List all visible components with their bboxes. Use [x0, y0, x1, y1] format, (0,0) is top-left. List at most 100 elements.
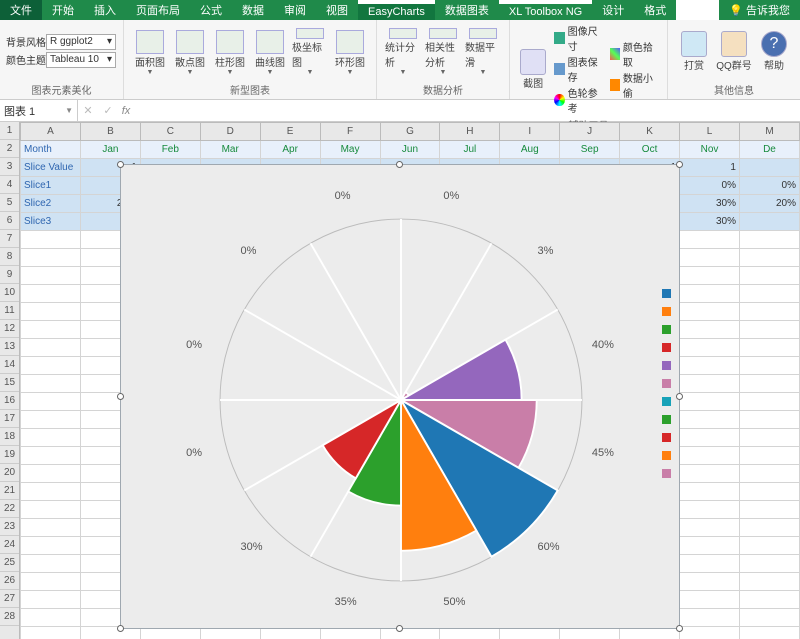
- cell[interactable]: [740, 375, 800, 393]
- col-header[interactable]: I: [500, 123, 560, 141]
- resize-handle[interactable]: [396, 625, 403, 632]
- row-header[interactable]: 18: [0, 428, 19, 446]
- col-header[interactable]: E: [260, 123, 320, 141]
- cell[interactable]: [21, 501, 81, 519]
- row-header[interactable]: 3: [0, 158, 19, 176]
- cell[interactable]: [680, 231, 740, 249]
- cell[interactable]: Oct: [620, 141, 680, 159]
- cell[interactable]: [21, 285, 81, 303]
- cell[interactable]: Slice3: [21, 213, 81, 231]
- tab-formula[interactable]: 公式: [190, 0, 232, 20]
- row-header[interactable]: 21: [0, 482, 19, 500]
- cell[interactable]: [680, 375, 740, 393]
- cancel-icon[interactable]: ✕: [83, 104, 92, 117]
- row-header[interactable]: 17: [0, 410, 19, 428]
- row-header[interactable]: 2: [0, 140, 19, 158]
- cell[interactable]: [680, 573, 740, 591]
- corr-button[interactable]: 相关性分析▼: [425, 28, 461, 76]
- cell[interactable]: [740, 393, 800, 411]
- cell[interactable]: [740, 447, 800, 465]
- cell[interactable]: [740, 285, 800, 303]
- tab-datacharts[interactable]: 数据图表: [435, 0, 499, 20]
- col-header[interactable]: L: [680, 123, 740, 141]
- tab-layout[interactable]: 页面布局: [126, 0, 190, 20]
- col-header[interactable]: B: [80, 123, 140, 141]
- cell[interactable]: Feb: [140, 141, 200, 159]
- tell-me[interactable]: 💡 告诉我您: [719, 0, 800, 20]
- datathief-button[interactable]: 数据小偷: [610, 70, 657, 100]
- cell[interactable]: [740, 231, 800, 249]
- cell[interactable]: [680, 627, 740, 639]
- row-header[interactable]: 27: [0, 590, 19, 608]
- cell[interactable]: [740, 483, 800, 501]
- enter-icon[interactable]: ✓: [103, 104, 112, 117]
- cell[interactable]: [740, 537, 800, 555]
- chart-polar-button[interactable]: 极坐标图▼: [292, 28, 328, 76]
- tab-xltoolbox[interactable]: XL Toolbox NG: [499, 4, 592, 20]
- tab-home[interactable]: 开始: [42, 0, 84, 20]
- cell[interactable]: 20%: [739, 195, 799, 213]
- cell[interactable]: [21, 447, 81, 465]
- col-header[interactable]: J: [560, 123, 620, 141]
- cell[interactable]: Month: [21, 141, 81, 159]
- row-header[interactable]: 5: [0, 194, 19, 212]
- cell[interactable]: Aug: [500, 141, 560, 159]
- cell[interactable]: [740, 339, 800, 357]
- crop-button[interactable]: 截图: [516, 49, 550, 90]
- cell[interactable]: [740, 267, 800, 285]
- cell[interactable]: [21, 573, 81, 591]
- cell[interactable]: [21, 483, 81, 501]
- cell[interactable]: [680, 609, 740, 627]
- chartsave-button[interactable]: 图表保存: [554, 54, 601, 84]
- tab-design[interactable]: 设计: [592, 0, 634, 20]
- bgstyle-combo[interactable]: R ggplot2▾: [46, 34, 116, 50]
- theme-combo[interactable]: Tableau 10▾: [46, 52, 116, 68]
- row-header[interactable]: 12: [0, 320, 19, 338]
- qqgroup-button[interactable]: QQ群号: [714, 31, 754, 72]
- chart-bar-button[interactable]: 柱形图▼: [212, 28, 248, 76]
- resize-handle[interactable]: [117, 393, 124, 400]
- col-header[interactable]: C: [140, 123, 200, 141]
- cell[interactable]: [740, 303, 800, 321]
- resize-handle[interactable]: [676, 161, 683, 168]
- cell[interactable]: Mar: [200, 141, 260, 159]
- chart-curve-button[interactable]: 曲线图▼: [252, 28, 288, 76]
- tab-easycharts[interactable]: EasyCharts: [358, 4, 435, 20]
- row-header[interactable]: 14: [0, 356, 19, 374]
- cell[interactable]: [680, 411, 740, 429]
- tab-format[interactable]: 格式: [634, 0, 676, 20]
- cell[interactable]: [680, 249, 740, 267]
- col-header[interactable]: F: [320, 123, 380, 141]
- cell[interactable]: [740, 573, 800, 591]
- cell[interactable]: [740, 555, 800, 573]
- row-header[interactable]: 7: [0, 230, 19, 248]
- cell[interactable]: [21, 357, 81, 375]
- cell[interactable]: De: [739, 141, 799, 159]
- cell[interactable]: [739, 159, 799, 177]
- cell[interactable]: [739, 213, 799, 231]
- row-header[interactable]: 19: [0, 446, 19, 464]
- cell[interactable]: [740, 627, 800, 639]
- col-header[interactable]: M: [739, 123, 799, 141]
- row-header[interactable]: 20: [0, 464, 19, 482]
- cell[interactable]: Slice1: [21, 177, 81, 195]
- row-header[interactable]: 1: [0, 122, 19, 140]
- cell[interactable]: [21, 465, 81, 483]
- cell[interactable]: Jun: [380, 141, 440, 159]
- cell[interactable]: [680, 393, 740, 411]
- tab-data[interactable]: 数据: [232, 0, 274, 20]
- tab-file[interactable]: 文件: [0, 0, 42, 20]
- cell[interactable]: [680, 465, 740, 483]
- formula-input[interactable]: [134, 100, 800, 121]
- cell[interactable]: [680, 483, 740, 501]
- cell[interactable]: [740, 429, 800, 447]
- cell[interactable]: [680, 429, 740, 447]
- tab-view[interactable]: 视图: [316, 0, 358, 20]
- cell[interactable]: 30%: [680, 195, 740, 213]
- cell[interactable]: Jan: [80, 141, 140, 159]
- row-header[interactable]: 11: [0, 302, 19, 320]
- donate-button[interactable]: 打赏: [674, 31, 714, 72]
- row-header[interactable]: 28: [0, 608, 19, 626]
- cell[interactable]: [21, 627, 81, 639]
- cell[interactable]: [680, 339, 740, 357]
